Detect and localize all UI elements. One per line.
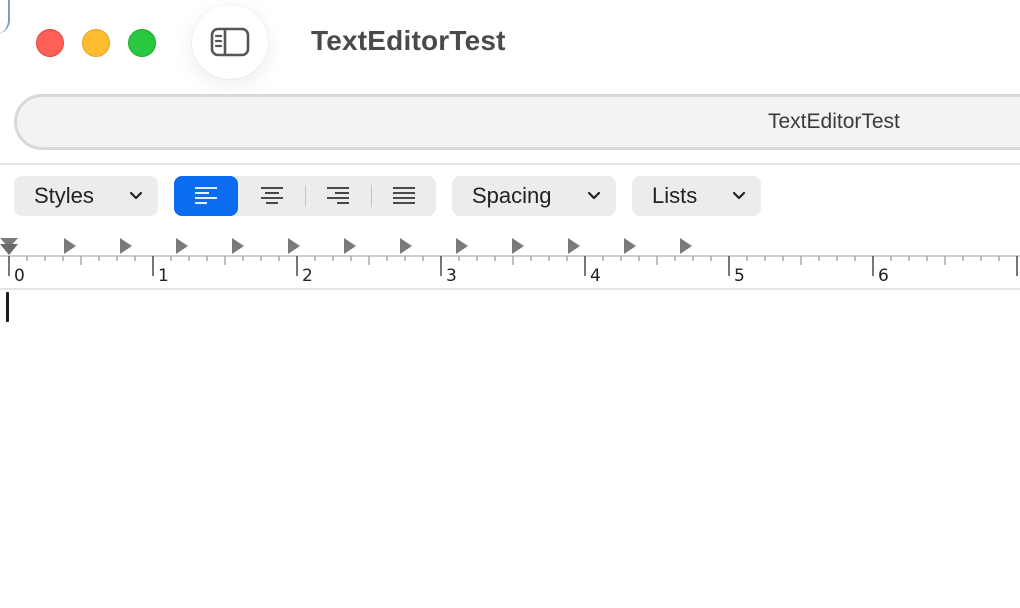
align-center-icon: [261, 187, 283, 204]
document-tab-title: TextEditorTest: [768, 110, 900, 133]
align-right-icon: [327, 187, 349, 204]
left-indent-marker[interactable]: [0, 244, 18, 255]
sidebar-icon: [210, 27, 250, 57]
tab-stop-marker[interactable]: [344, 238, 356, 254]
lists-label: Lists: [652, 183, 698, 208]
text-editor-area[interactable]: [0, 291, 1020, 608]
window-corner-edge: [0, 0, 10, 34]
styles-label: Styles: [34, 183, 94, 208]
tab-stop-marker[interactable]: [512, 238, 524, 254]
window-title: TextEditorTest: [311, 25, 506, 56]
tab-stop-marker[interactable]: [232, 238, 244, 254]
ruler[interactable]: [0, 234, 1020, 292]
toolbar-divider: [0, 163, 1020, 165]
ruler-number: 1: [158, 266, 169, 286]
lists-popup-button[interactable]: Lists: [632, 176, 761, 216]
ruler-number: 6: [878, 266, 889, 286]
tab-stop-marker[interactable]: [64, 238, 76, 254]
tab-stop-marker[interactable]: [624, 238, 636, 254]
styles-popup-button[interactable]: Styles: [14, 176, 158, 216]
zoom-window-button[interactable]: [128, 29, 156, 57]
text-editor-window: TextEditorTest TextEditorTest Styles Spa…: [0, 0, 1020, 608]
minimize-window-button[interactable]: [82, 29, 110, 57]
align-justify-icon: [393, 187, 415, 204]
ruler-number: 3: [446, 266, 457, 286]
tab-stop-marker[interactable]: [288, 238, 300, 254]
spacing-label: Spacing: [472, 183, 552, 208]
tab-stop-marker[interactable]: [456, 238, 468, 254]
alignment-segmented-control: [174, 176, 436, 216]
text-cursor: [6, 292, 9, 322]
align-left-icon: [195, 187, 217, 204]
tab-stop-marker[interactable]: [680, 238, 692, 254]
align-left-button[interactable]: [174, 176, 238, 216]
tab-stop-marker[interactable]: [400, 238, 412, 254]
tab-stop-marker[interactable]: [568, 238, 580, 254]
sidebar-toggle-button[interactable]: [192, 5, 268, 79]
ruler-number: 5: [734, 266, 745, 286]
close-window-button[interactable]: [36, 29, 64, 57]
ruler-divider: [0, 288, 1020, 290]
ruler-number: 2: [302, 266, 313, 286]
tab-stop-marker[interactable]: [176, 238, 188, 254]
ruler-number: 4: [590, 266, 601, 286]
chevron-down-icon: [732, 191, 746, 200]
chevron-down-icon: [587, 191, 601, 200]
align-right-button[interactable]: [306, 176, 370, 216]
align-justify-button[interactable]: [372, 176, 436, 216]
spacing-popup-button[interactable]: Spacing: [452, 176, 616, 216]
align-center-button[interactable]: [240, 176, 304, 216]
ruler-number: 0: [14, 266, 25, 286]
tab-stop-marker[interactable]: [120, 238, 132, 254]
chevron-down-icon: [129, 191, 143, 200]
